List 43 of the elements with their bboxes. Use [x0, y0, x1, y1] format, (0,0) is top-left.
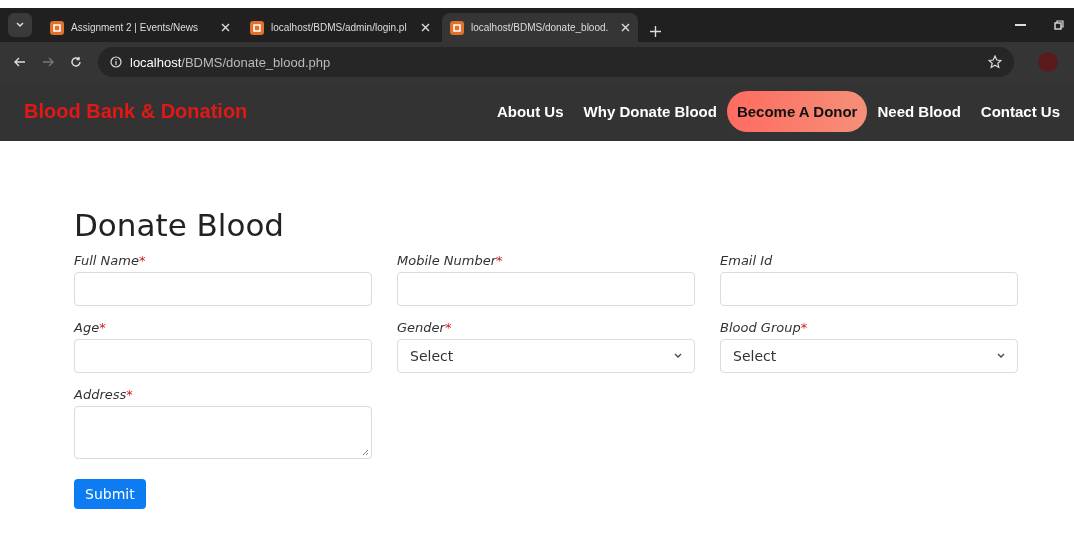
resize-handle-icon[interactable] — [362, 449, 368, 455]
form-title: Donate Blood — [74, 207, 286, 243]
new-tab-icon[interactable] — [650, 26, 661, 37]
input-field[interactable] — [397, 272, 695, 306]
app-icon — [250, 20, 264, 35]
submit-button[interactable]: Submit — [74, 479, 146, 509]
input-field[interactable] — [74, 272, 372, 306]
nav-link[interactable]: Need Blood — [867, 91, 971, 132]
field-label: Gender* — [397, 320, 453, 335]
nav-link[interactable]: Become A Donor — [726, 91, 868, 132]
close-icon[interactable] — [221, 23, 230, 32]
field-label: Age* — [74, 320, 107, 335]
select-field[interactable]: Select — [720, 339, 1018, 373]
tab-list-button[interactable] — [8, 13, 32, 37]
close-icon[interactable] — [621, 23, 630, 32]
field-label: Full Name* — [74, 253, 147, 268]
app-icon — [450, 20, 464, 35]
input-field[interactable] — [74, 339, 372, 373]
reload-icon[interactable] — [70, 56, 82, 68]
chevron-down-icon — [674, 353, 682, 359]
field-label: Address* — [74, 387, 134, 402]
address-bar[interactable]: localhost/BDMS/donate_blood.php — [98, 47, 1014, 77]
restore-icon[interactable] — [1054, 20, 1064, 30]
info-icon — [110, 56, 122, 68]
textarea-field[interactable] — [74, 406, 372, 459]
nav-link[interactable]: Contact Us — [970, 91, 1070, 132]
field-label: Mobile Number* — [397, 253, 504, 268]
close-icon[interactable] — [421, 23, 430, 32]
field-label: Blood Group* — [720, 320, 809, 335]
star-icon[interactable] — [988, 55, 1002, 69]
browser-tab[interactable]: Assignment 2 | Events/News — [42, 13, 238, 42]
chevron-down-icon — [16, 22, 24, 28]
field-label: Email Id — [720, 253, 774, 268]
forward-icon[interactable] — [42, 57, 54, 67]
select-field[interactable]: Select — [397, 339, 695, 373]
nav-link[interactable]: About Us — [486, 91, 574, 132]
nav-link[interactable]: Why Donate Blood — [573, 91, 727, 132]
input-field[interactable] — [720, 272, 1018, 306]
chevron-down-icon — [997, 353, 1005, 359]
app-icon — [50, 20, 64, 35]
browser-tab[interactable]: localhost/BDMS/admin/login.pl — [242, 13, 438, 42]
browser-tab[interactable]: localhost/BDMS/donate_blood. — [442, 13, 638, 42]
back-icon[interactable] — [14, 57, 26, 67]
